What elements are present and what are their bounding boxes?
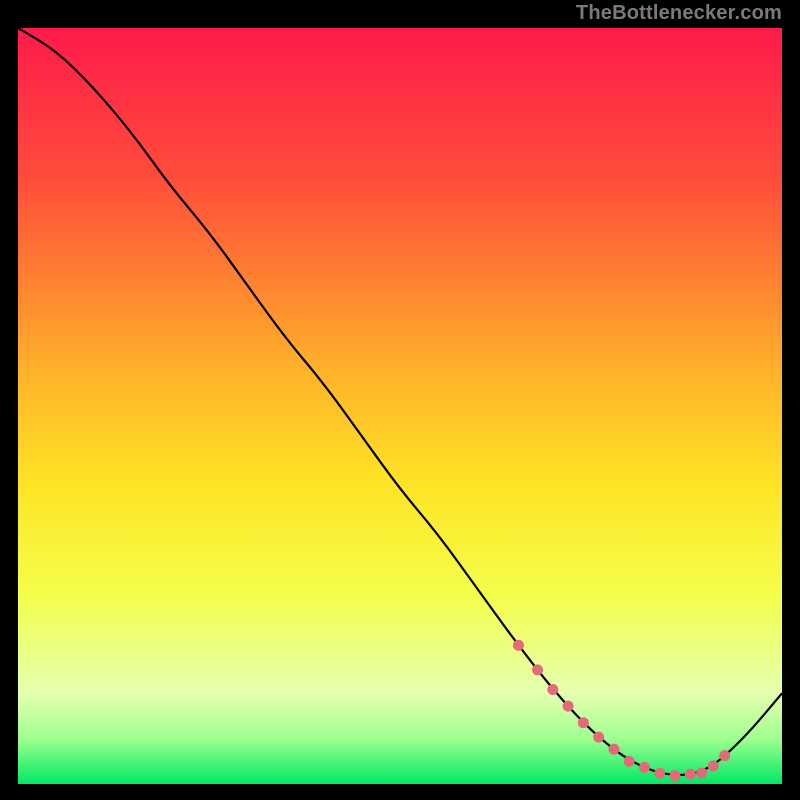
chart-container (18, 28, 782, 784)
chart-svg (18, 28, 782, 784)
trough-marker (654, 768, 665, 779)
trough-marker (547, 684, 558, 695)
trough-marker (578, 717, 589, 728)
trough-marker (685, 769, 696, 780)
trough-marker (593, 732, 604, 743)
trough-marker (670, 770, 681, 781)
trough-marker (639, 762, 650, 773)
trough-marker (696, 768, 707, 779)
trough-marker (624, 756, 635, 767)
trough-marker (532, 664, 543, 675)
trough-marker (719, 750, 730, 761)
attribution-text: TheBottlenecker.com (576, 2, 782, 25)
trough-marker (608, 744, 619, 755)
trough-marker (513, 640, 524, 651)
trough-marker (563, 701, 574, 712)
trough-marker (708, 760, 719, 771)
chart-background (18, 28, 782, 784)
